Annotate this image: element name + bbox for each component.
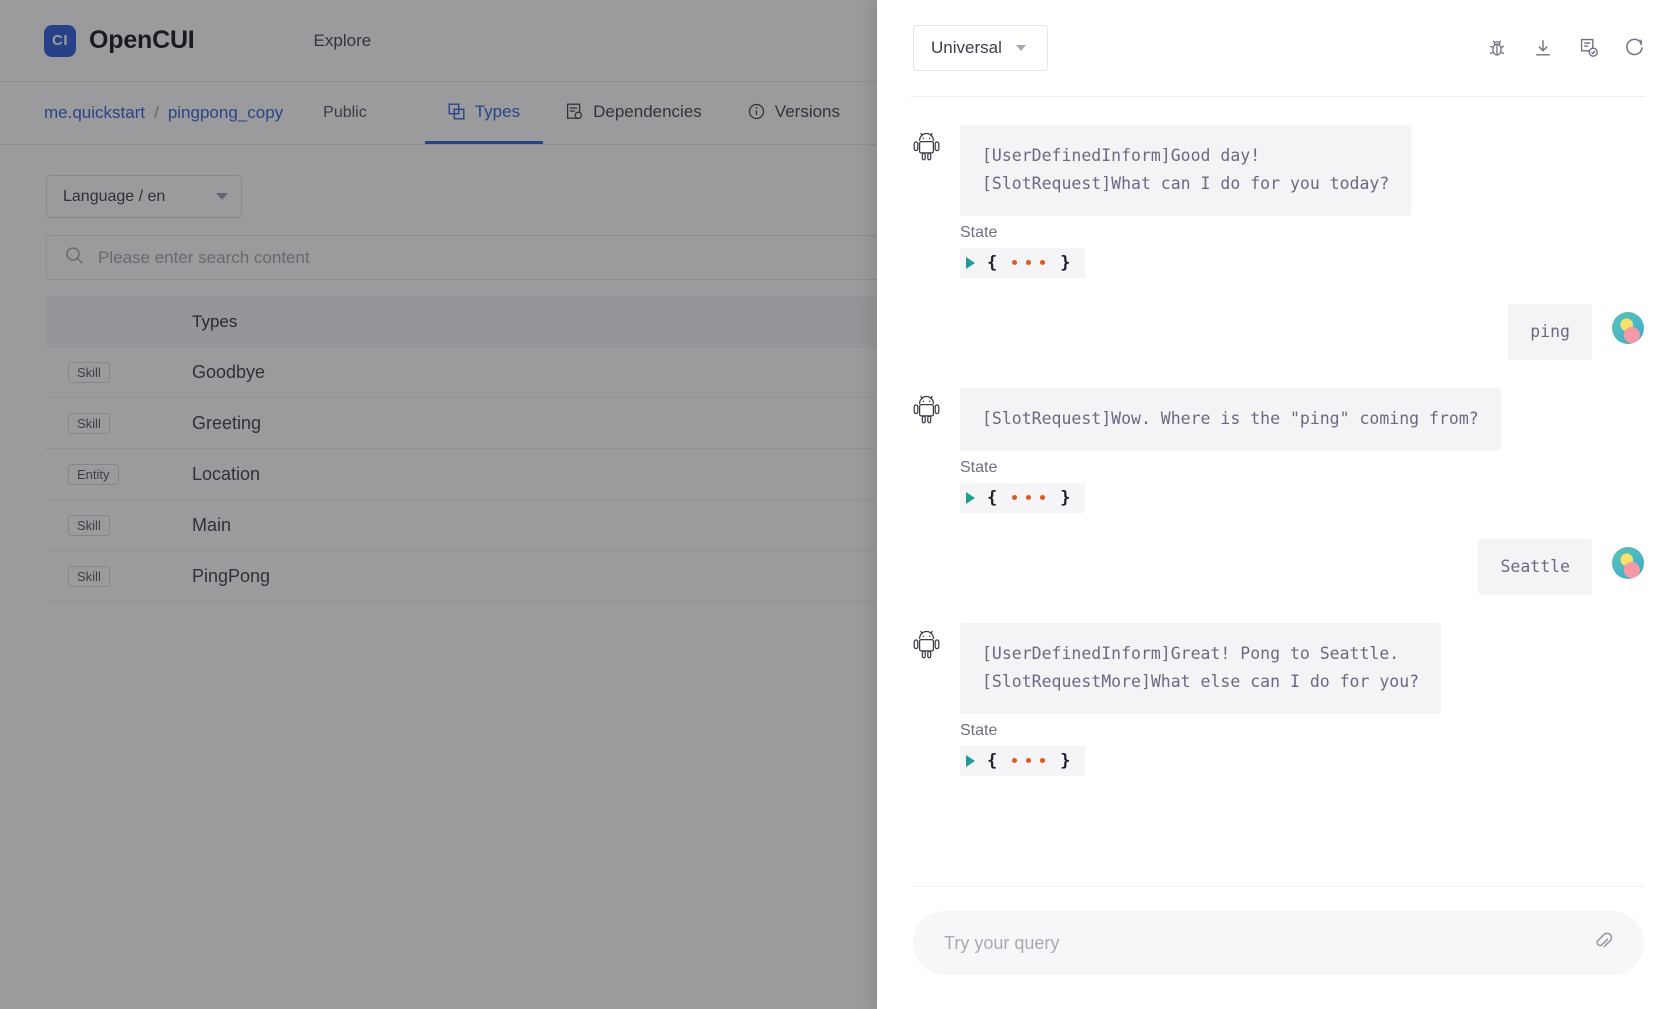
state-block: State {}	[960, 459, 1644, 513]
chat-drawer-header: Universal	[877, 0, 1680, 96]
json-ellipsis	[1009, 758, 1048, 763]
test-case-icon[interactable]	[1578, 37, 1600, 59]
json-open-brace: {	[987, 488, 997, 508]
spacer	[913, 601, 1644, 623]
json-close-brace: }	[1060, 488, 1070, 508]
json-dot	[1040, 758, 1045, 763]
json-dot	[1026, 758, 1031, 763]
message-bubble: [UserDefinedInform]Great! Pong to Seattl…	[960, 623, 1441, 714]
bot-message-row: [UserDefinedInform]Great! Pong to Seattl…	[913, 623, 1644, 714]
json-dot	[1012, 758, 1017, 763]
chevron-down-icon	[1016, 45, 1026, 51]
json-close-brace: }	[1060, 751, 1070, 771]
state-label: State	[960, 722, 1644, 740]
json-dot	[1012, 260, 1017, 265]
user-message-row: ping	[913, 304, 1644, 360]
user-avatar	[1612, 312, 1644, 344]
json-open-brace: {	[987, 751, 997, 771]
reset-icon[interactable]	[1624, 37, 1646, 59]
expand-triangle-icon[interactable]	[966, 492, 975, 504]
state-json-collapsed[interactable]: {}	[960, 248, 1085, 278]
json-open-brace: {	[987, 253, 997, 273]
chat-input[interactable]: Try your query	[944, 933, 1592, 954]
state-json-collapsed[interactable]: {}	[960, 483, 1085, 513]
json-dot	[1026, 495, 1031, 500]
json-dot	[1012, 495, 1017, 500]
json-close-brace: }	[1060, 253, 1070, 273]
bot-message-row: [SlotRequest]Wow. Where is the "ping" co…	[913, 388, 1644, 450]
state-label: State	[960, 224, 1644, 242]
state-json-collapsed[interactable]: {}	[960, 746, 1085, 776]
state-label: State	[960, 459, 1644, 477]
bot-message-row: [UserDefinedInform]Good day! [SlotReques…	[913, 125, 1644, 216]
chat-thread[interactable]: [UserDefinedInform]Good day! [SlotReques…	[877, 97, 1680, 868]
persona-select-value: Universal	[931, 38, 1002, 58]
message-bubble: [SlotRequest]Wow. Where is the "ping" co…	[960, 388, 1501, 450]
json-dot	[1040, 260, 1045, 265]
persona-select[interactable]: Universal	[913, 25, 1048, 71]
message-bubble: [UserDefinedInform]Good day! [SlotReques…	[960, 125, 1411, 216]
chat-drawer: Universal	[877, 0, 1680, 1009]
spacer	[913, 366, 1644, 388]
state-block: State {}	[960, 722, 1644, 776]
screen: CI OpenCUI Explore me.quickstart / pingp…	[0, 0, 1680, 1009]
json-dot	[1040, 495, 1045, 500]
chat-composer[interactable]: Try your query	[913, 911, 1644, 975]
footer-divider	[913, 886, 1644, 887]
state-block: State {}	[960, 224, 1644, 278]
chat-header-tools	[1486, 37, 1646, 59]
bot-avatar-android-icon	[913, 623, 940, 664]
message-bubble: Seattle	[1478, 539, 1592, 595]
download-icon[interactable]	[1532, 37, 1554, 59]
json-dot	[1026, 260, 1031, 265]
chat-footer: Try your query	[877, 868, 1680, 1009]
user-avatar	[1612, 547, 1644, 579]
user-message-row: Seattle	[913, 539, 1644, 595]
bot-avatar-android-icon	[913, 125, 940, 166]
debug-bug-icon[interactable]	[1486, 37, 1508, 59]
message-bubble: ping	[1508, 304, 1592, 360]
json-ellipsis	[1009, 260, 1048, 265]
bot-avatar-android-icon	[913, 388, 940, 429]
expand-triangle-icon[interactable]	[966, 755, 975, 767]
expand-triangle-icon[interactable]	[966, 257, 975, 269]
attachment-clip-icon[interactable]	[1592, 930, 1614, 957]
json-ellipsis	[1009, 495, 1048, 500]
